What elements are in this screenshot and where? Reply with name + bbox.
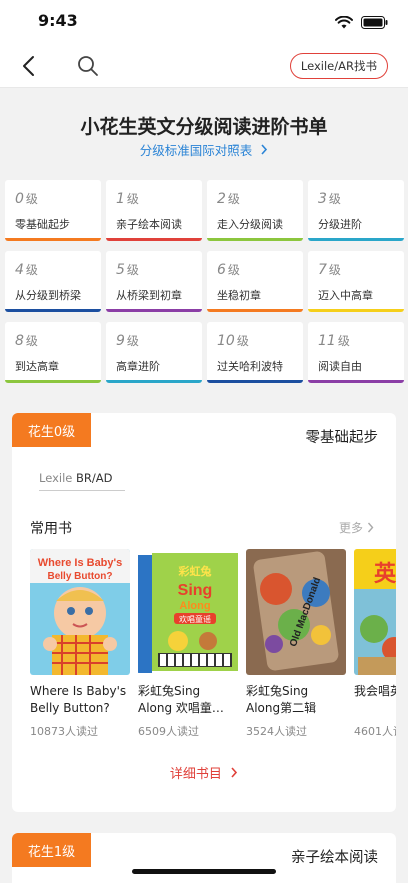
level-tile-10[interactable]: 10 级过关哈利波特 [207, 322, 303, 383]
chevron-left-icon [23, 56, 34, 76]
svg-text:Where Is Baby's: Where Is Baby's [38, 557, 123, 569]
level-tile-1[interactable]: 1 级亲子绘本阅读 [106, 180, 202, 241]
level-name: 分级进阶 [318, 218, 362, 231]
svg-text:Sing: Sing [178, 582, 213, 599]
lexile-label: Lexile [39, 471, 73, 485]
lexile-ar-search-button[interactable]: Lexile/AR找书 [289, 53, 388, 79]
level-name: 亲子绘本阅读 [116, 218, 182, 231]
level-tile-11[interactable]: 11 级阅读自由 [308, 322, 404, 383]
book-carousel[interactable]: Where Is Baby's Belly Button? Where Is B… [30, 549, 396, 749]
level-tile-4[interactable]: 4 级从分级到桥梁 [5, 251, 101, 312]
standards-comparison-link[interactable]: 分级标准国际对照表 [0, 140, 408, 159]
wifi-icon [335, 14, 353, 33]
home-indicator[interactable] [132, 869, 276, 874]
back-button[interactable] [14, 52, 42, 80]
level-tile-7[interactable]: 7 级迈入中高章 [308, 251, 404, 312]
level-name: 从桥梁到初章 [116, 289, 182, 302]
level-tile-9[interactable]: 9 级高章进阶 [106, 322, 202, 383]
svg-text:欢唱童谣: 欢唱童谣 [179, 614, 211, 624]
book-cover: 彩虹兔 Sing Along 欢唱童谣 [138, 549, 238, 675]
more-label: 更多 [338, 521, 363, 535]
chevron-right-icon [231, 767, 238, 778]
book-read-count: 4601人读过 [354, 725, 396, 738]
level-name: 阅读自由 [318, 360, 362, 373]
book-cover: 英 [354, 549, 396, 675]
svg-text:Along: Along [179, 600, 210, 612]
detail-list-label: 详细书目 [169, 767, 222, 782]
svg-text:英: 英 [374, 562, 396, 587]
level-tile-0[interactable]: 0 级零基础起步 [5, 180, 101, 241]
level-0-card: 花生0级 零基础起步 Lexile BR/AD 常用书 更多 Where Is … [12, 413, 396, 812]
book-read-count: 3524人读过 [246, 725, 307, 738]
book-cover: Where Is Baby's Belly Button? [30, 549, 130, 675]
level-name: 零基础起步 [15, 218, 70, 231]
level-1-card: 花生1级 亲子绘本阅读 [12, 833, 396, 883]
book-cover: Old MacDonald [246, 549, 346, 675]
book-read-count: 6509人读过 [138, 725, 199, 738]
book-title: 我会唱英… [354, 684, 396, 698]
battery-icon [361, 14, 388, 33]
level-tag: 花生0级 [12, 413, 91, 447]
level-name: 走入分级阅读 [217, 218, 283, 231]
section-title: 常用书 [30, 521, 72, 537]
level-name: 到达高章 [15, 360, 59, 373]
book-title: Where Is Baby's Belly Button? [30, 684, 127, 715]
level-name: 坐稳初章 [217, 289, 261, 302]
level-tile-5[interactable]: 5 级从桥梁到初章 [106, 251, 202, 312]
level-name-heading: 零基础起步 [305, 430, 379, 446]
svg-text:彩虹兔: 彩虹兔 [178, 564, 212, 578]
search-icon [78, 56, 98, 76]
book-title: 彩虹兔Sing Along 欢唱童… [138, 684, 224, 715]
book-read-count: 10873人读过 [30, 725, 98, 738]
status-time: 9:43 [38, 11, 78, 30]
level-tile-3[interactable]: 3 级分级进阶 [308, 180, 404, 241]
level-name: 高章进阶 [116, 360, 160, 373]
detail-list-link[interactable]: 详细书目 [12, 763, 396, 782]
lexile-value: BR/AD [76, 471, 113, 485]
status-bar: 9:43 [0, 0, 408, 44]
level-tile-6[interactable]: 6 级坐稳初章 [207, 251, 303, 312]
divider [39, 490, 125, 491]
level-tile-2[interactable]: 2 级走入分级阅读 [207, 180, 303, 241]
nav-bar: Lexile/AR找书 [0, 44, 408, 88]
level-tag: 花生1级 [12, 833, 91, 867]
chevron-right-icon [261, 144, 268, 155]
more-link[interactable]: 更多 [339, 519, 374, 536]
level-tile-8[interactable]: 8 级到达高章 [5, 322, 101, 383]
search-button[interactable] [74, 52, 102, 80]
page-title: 小花生英文分级阅读进阶书单 [80, 116, 328, 138]
level-name-heading: 亲子绘本阅读 [291, 850, 378, 866]
standards-comparison-label: 分级标准国际对照表 [139, 143, 253, 158]
level-name: 从分级到桥梁 [15, 289, 81, 302]
status-icons [335, 14, 388, 33]
chevron-right-icon [367, 522, 374, 533]
svg-text:Belly Button?: Belly Button? [48, 571, 113, 582]
book-title: 彩虹兔Sing Along第二辑 [246, 684, 317, 715]
level-name: 迈入中高章 [318, 289, 373, 302]
level-name: 过关哈利波特 [217, 360, 283, 373]
